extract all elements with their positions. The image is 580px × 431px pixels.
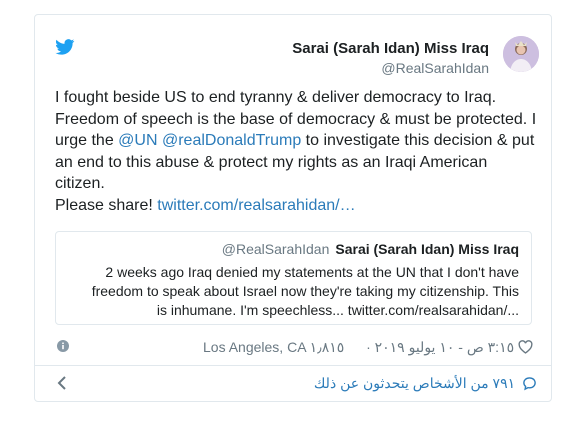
tweet-timestamp[interactable]: ٣:١٥ ص - ١٠ يوليو ٢٠١٩ · <box>366 339 514 355</box>
divider <box>35 365 551 366</box>
location-link[interactable]: Los Angeles, CA <box>203 339 306 355</box>
quoted-author-handle: @RealSarahIdan <box>221 241 330 257</box>
tweet-url-link[interactable]: twitter.com/realsarahidan/… <box>157 197 355 214</box>
chevron-left-icon[interactable] <box>57 375 67 391</box>
quoted-tweet[interactable]: @RealSarahIdan Sarai (Sarah Idan) Miss Ir… <box>55 231 532 325</box>
avatar-image <box>503 36 539 72</box>
tweet-text: I fought beside US to end tyranny & deli… <box>55 87 541 216</box>
tweet-meta-row: Los Angeles, CA ٣:١٥ ص - ١٠ يوليو ٢٠١٩ ·… <box>55 337 533 357</box>
embedded-tweet-card: Sarai (Sarah Idan) Miss Iraq @RealSarahI… <box>34 14 552 402</box>
conversation-link[interactable]: ٧٩١ من الأشخاص يتحدثون عن ذلك <box>314 375 537 392</box>
like-count[interactable]: ١٫٨١٥ <box>310 339 345 355</box>
speech-bubble-icon <box>523 377 536 391</box>
author-display-name[interactable]: Sarai (Sarah Idan) Miss Iraq <box>292 40 489 58</box>
tweet-footer: ٧٩١ من الأشخاص يتحدثون عن ذلك <box>55 373 537 395</box>
people-talking-label[interactable]: ٧٩١ من الأشخاص يتحدثون عن ذلك <box>314 375 515 391</box>
info-icon[interactable] <box>57 340 69 352</box>
mention-un-link[interactable]: @UN <box>118 132 157 149</box>
quoted-tweet-header: @RealSarahIdan Sarai (Sarah Idan) Miss Ir… <box>222 241 519 257</box>
twitter-bird-icon[interactable] <box>55 39 75 55</box>
tweet-text-part-3: Please share! <box>55 196 158 214</box>
avatar[interactable] <box>503 36 539 72</box>
meta-right: Los Angeles, CA ٣:١٥ ص - ١٠ يوليو ٢٠١٩ ·… <box>203 339 533 356</box>
mention-realdonaldtrump-link[interactable]: @realDonaldTrump <box>162 132 301 149</box>
author-block[interactable]: Sarai (Sarah Idan) Miss Iraq @RealSarahI… <box>292 40 489 77</box>
author-handle[interactable]: @RealSarahIdan <box>292 59 489 77</box>
quoted-author-display-name: Sarai (Sarah Idan) Miss Iraq <box>335 241 519 257</box>
quoted-tweet-text: 2 weeks ago Iraq denied my statements at… <box>91 264 519 318</box>
heart-icon[interactable] <box>518 340 533 354</box>
